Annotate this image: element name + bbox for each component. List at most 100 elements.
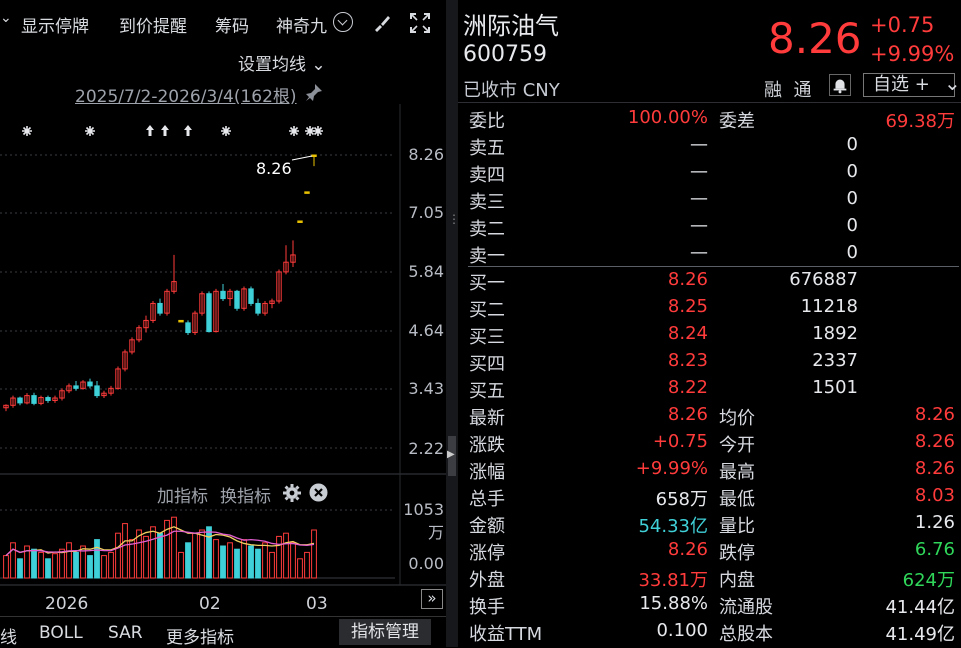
price-axis-label: 8.26 — [408, 145, 444, 164]
stat-label: 收益TTM — [469, 624, 543, 645]
ask-bid-divider — [468, 266, 959, 267]
bid-row[interactable]: 买五 8.22 1501 — [458, 377, 961, 404]
stat-value: 8.26 — [914, 404, 955, 425]
candle-body — [94, 385, 100, 397]
volume-bar — [129, 539, 135, 579]
stat-value: 624万 — [902, 570, 955, 591]
panel-splitter[interactable]: ⋮ ▶ — [446, 0, 460, 647]
stat-label: 最新 — [469, 408, 505, 429]
star-marker-icon — [221, 126, 231, 136]
add-watchlist-button[interactable]: 自选 + — [863, 73, 955, 97]
volume-bar — [10, 542, 16, 579]
stat-value: 41.49亿 — [885, 624, 955, 645]
ask-price: — — [690, 134, 708, 155]
bid-row[interactable]: 买四 8.23 2337 — [458, 350, 961, 377]
stat-value: 15.88% — [639, 593, 708, 614]
close-icon[interactable] — [309, 483, 328, 502]
ask-row[interactable]: 卖二 — 0 — [458, 215, 961, 242]
price-change: +0.75 — [870, 13, 935, 37]
stat-label: 今开 — [719, 435, 755, 456]
date-range-label[interactable]: 2025/7/2-2026/3/4(162根) — [75, 82, 297, 107]
more-options-icon[interactable]: ⌄ — [944, 71, 961, 95]
volume-bar — [290, 542, 296, 579]
ask-volume: 0 — [846, 188, 858, 209]
bid-volume: 1892 — [812, 323, 858, 344]
stat-label: 总股本 — [719, 624, 773, 645]
stat-value: 8.03 — [914, 485, 955, 506]
switch-indicator-button[interactable]: 换指标 — [220, 482, 271, 507]
bid-row[interactable]: 买三 8.24 1892 — [458, 323, 961, 350]
candle-body — [311, 154, 317, 157]
ask-volume: 0 — [846, 134, 858, 155]
volume-bar — [262, 542, 268, 579]
stat-row: 涨幅 +9.99% 最高 8.26 — [458, 458, 961, 485]
stat-row: 涨停 8.26 跌停 6.76 — [458, 539, 961, 566]
bid-level-label: 买四 — [469, 354, 505, 375]
last-price-arrow — [291, 155, 313, 161]
stat-value: +9.99% — [635, 458, 708, 479]
stat-value: 33.81万 — [638, 570, 708, 591]
gear-icon[interactable] — [282, 483, 302, 503]
stat-label: 外盘 — [469, 570, 505, 591]
volume-bar — [185, 542, 191, 579]
volume-bar — [3, 555, 9, 579]
label: 委比 — [469, 111, 505, 132]
price-axis-label: 3.43 — [408, 379, 444, 398]
bid-volume: 1501 — [812, 377, 858, 398]
x-axis-label: 2026 — [45, 594, 89, 614]
last-price-callout: 8.26 — [256, 159, 292, 178]
collapse-arrow-icon[interactable]: ▶ — [447, 449, 455, 460]
volume-bar — [157, 532, 163, 579]
margin-trading-badge[interactable]: 融 通 — [764, 76, 811, 102]
volume-bar — [31, 548, 37, 579]
candle-body — [178, 319, 184, 323]
price-axis-label: 5.84 — [408, 262, 444, 281]
tab-sar[interactable]: SAR — [108, 623, 143, 643]
x-axis-label: 03 — [306, 594, 328, 614]
star-marker-icon — [289, 126, 299, 136]
stat-label: 跌停 — [719, 543, 755, 564]
bid-price: 8.24 — [667, 323, 708, 344]
stat-value: 8.26 — [914, 458, 955, 479]
stat-label: 均价 — [719, 408, 755, 429]
indicator-manage-button[interactable]: 指标管理 — [339, 619, 431, 645]
bid-price: 8.26 — [667, 269, 708, 290]
bell-icon[interactable] — [829, 74, 851, 96]
bid-level-label: 买五 — [469, 381, 505, 402]
candle-body — [297, 220, 303, 223]
volume-bar — [87, 555, 93, 579]
ask-row[interactable]: 卖三 — 0 — [458, 188, 961, 215]
bid-price: 8.23 — [667, 350, 708, 371]
volume-bar — [17, 558, 23, 579]
ask-row[interactable]: 卖一 — 0 — [458, 242, 961, 269]
tab-more-indicators[interactable]: 更多指标 — [166, 623, 234, 648]
scroll-right-button[interactable]: » — [421, 589, 443, 609]
bid-row[interactable]: 买一 8.26 676887 — [458, 269, 961, 296]
volume-bar — [255, 548, 261, 579]
tab-boll[interactable]: BOLL — [39, 623, 83, 643]
stat-value: 41.44亿 — [885, 597, 955, 618]
candle-body — [220, 290, 226, 300]
pin-icon[interactable] — [304, 82, 326, 102]
label: 委差 — [719, 111, 755, 132]
stat-label: 流通股 — [719, 597, 773, 618]
candle-body — [206, 293, 212, 333]
stat-label: 涨跌 — [469, 435, 505, 456]
value: 100.00% — [627, 107, 708, 128]
ask-row[interactable]: 卖五 — 0 — [458, 134, 961, 161]
add-indicator-button[interactable]: 加指标 — [157, 482, 208, 507]
stat-label: 内盘 — [719, 570, 755, 591]
stock-code: 600759 — [463, 42, 547, 67]
volume-bar — [94, 539, 100, 579]
bid-row[interactable]: 买二 8.25 11218 — [458, 296, 961, 323]
tab-ma-line[interactable]: 线 — [0, 623, 17, 648]
ma-settings-button[interactable]: 设置均线 ⌄ — [238, 50, 326, 75]
volume-axis-label: 0.00 — [408, 554, 444, 573]
candle-body — [248, 288, 254, 304]
stock-name: 洲际油气 — [463, 12, 559, 40]
bid-price: 8.22 — [667, 377, 708, 398]
ask-row[interactable]: 卖四 — 0 — [458, 161, 961, 188]
star-marker-icon — [85, 126, 95, 136]
signal-markers — [22, 125, 323, 136]
arrow-up-marker-icon — [146, 125, 154, 136]
